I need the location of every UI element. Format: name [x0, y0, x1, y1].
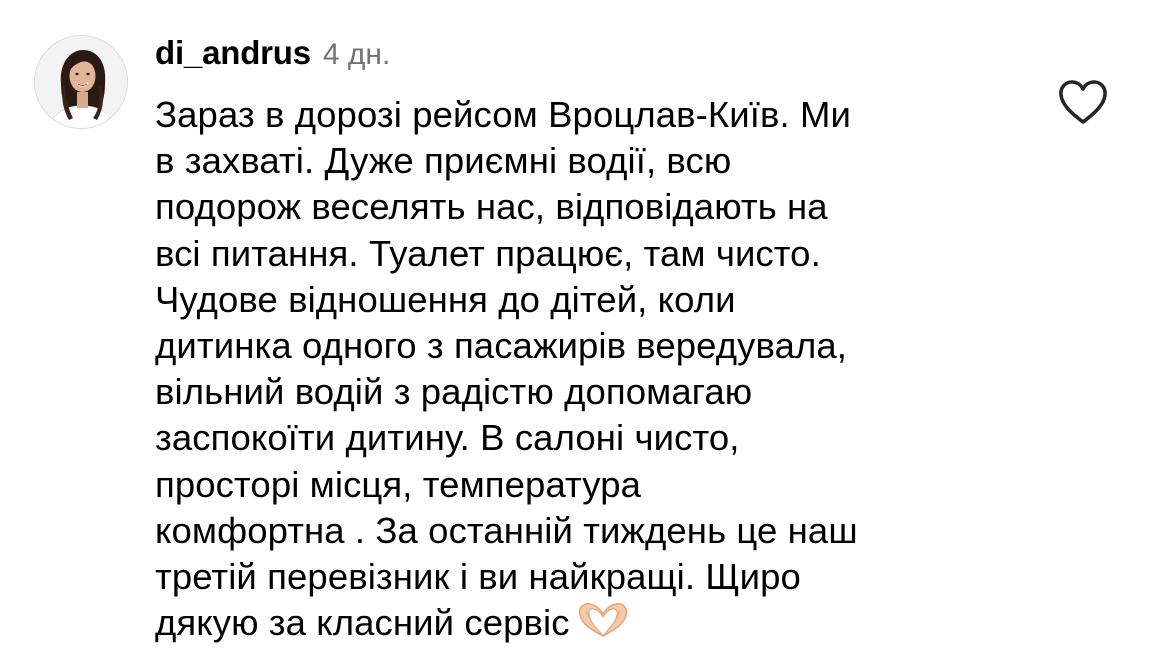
profile-photo [35, 36, 127, 128]
like-button[interactable] [1058, 80, 1108, 126]
username-link[interactable]: di_andrus [155, 34, 311, 72]
comment-header: di_andrus 4 дн. [155, 34, 390, 74]
comment-body: Зараз в дорозі рейсом Вроцлав-Київ. Ми в… [155, 92, 1015, 650]
comment-timestamp[interactable]: 4 дн. [323, 38, 390, 72]
heart-outline-icon [1059, 80, 1107, 124]
comment-text: Зараз в дорозі рейсом Вроцлав-Київ. Ми в… [155, 94, 858, 644]
avatar[interactable] [34, 35, 128, 129]
heart-hands-icon [576, 601, 630, 650]
comment-item: di_andrus 4 дн. Зараз в дорозі рейсом Вр… [0, 0, 1163, 658]
